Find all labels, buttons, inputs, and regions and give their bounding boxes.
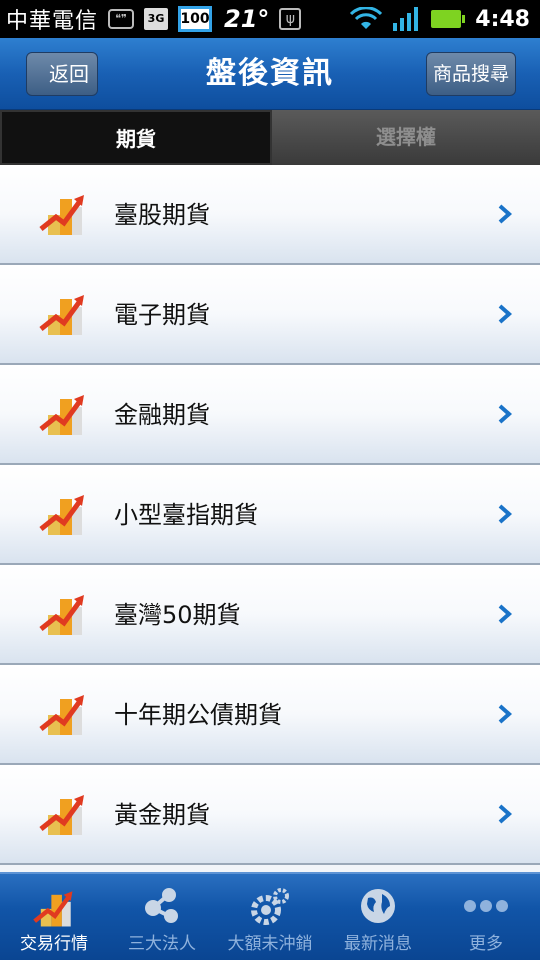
list-item[interactable]: 黃金期貨 <box>0 765 540 865</box>
chart-icon <box>39 395 84 435</box>
chart-icon <box>39 295 84 335</box>
list-item-label: 小型臺指期貨 <box>114 501 258 529</box>
signal-icon <box>393 7 419 31</box>
battery-icon <box>431 10 466 28</box>
futures-list: 臺股期貨 電子期貨 金融期貨 小型臺指期貨 臺灣50期貨 十年期公債期貨 黃金期… <box>0 165 540 872</box>
chart-icon <box>39 795 84 835</box>
back-button-label: 返回 <box>49 62 89 86</box>
list-item-label: 十年期公債期貨 <box>114 701 282 729</box>
bottom-nav: 交易行情 三大法人 大額未沖銷 最新消息 更多 <box>0 872 540 960</box>
nav-large-open-interest[interactable]: 大額未沖銷 <box>216 874 324 960</box>
tab-futures[interactable]: 期貨 <box>0 110 272 165</box>
list-item[interactable]: 金融期貨 <box>0 365 540 465</box>
chevron-right-icon <box>498 804 513 824</box>
tab-bar: 期貨 選擇權 <box>0 110 540 165</box>
list-item[interactable]: 臺灣50期貨 <box>0 565 540 665</box>
list-item[interactable]: 十年期公債期貨 <box>0 665 540 765</box>
list-item-label: 黃金期貨 <box>114 801 210 829</box>
chart-icon <box>39 695 84 735</box>
list-item-label: 電子期貨 <box>114 301 210 329</box>
gears-icon <box>251 888 289 925</box>
chevron-right-icon <box>498 304 513 324</box>
chevron-right-icon <box>498 204 513 224</box>
nav-label: 三大法人 <box>128 934 196 954</box>
nav-label: 大額未沖銷 <box>227 934 313 954</box>
status-bar: 中華電信 ❝❞ 3G 100 21° ψ 4:48 <box>0 0 540 38</box>
title-bar: 盤後資訊 返回 商品搜尋 <box>0 38 540 110</box>
chart-icon <box>39 495 84 535</box>
network-3g-icon: 3G <box>144 8 169 30</box>
list-item-label: 臺灣50期貨 <box>114 601 241 629</box>
nav-more[interactable]: 更多 <box>432 874 540 960</box>
chart-icon <box>39 195 84 235</box>
usb-icon: ψ <box>279 8 302 30</box>
globe-icon <box>361 889 395 923</box>
nav-trading-quotes[interactable]: 交易行情 <box>0 874 108 960</box>
network-icon <box>145 888 178 923</box>
clock: 4:48 <box>475 6 530 32</box>
temperature: 21° <box>224 5 270 33</box>
list-item-label: 臺股期貨 <box>114 201 210 229</box>
nav-label: 交易行情 <box>20 934 88 954</box>
nav-latest-news[interactable]: 最新消息 <box>324 874 432 960</box>
nav-institutional-investors[interactable]: 三大法人 <box>108 874 216 960</box>
product-search-button[interactable]: 商品搜尋 <box>426 52 516 96</box>
wifi-icon <box>350 7 383 29</box>
list-item-label: 金融期貨 <box>114 401 210 429</box>
tab-options[interactable]: 選擇權 <box>272 110 540 165</box>
chevron-right-icon <box>498 504 513 524</box>
chevron-right-icon <box>498 404 513 424</box>
message-icon: ❝❞ <box>108 9 135 29</box>
nav-label: 更多 <box>469 934 503 954</box>
list-item[interactable]: 臺股期貨 <box>0 165 540 265</box>
chevron-right-icon <box>498 704 513 724</box>
list-item[interactable]: 小型臺指期貨 <box>0 465 540 565</box>
carrier-name: 中華電信 <box>6 9 99 34</box>
list-item[interactable]: 電子期貨 <box>0 265 540 365</box>
chevron-right-icon <box>498 604 513 624</box>
chart-icon <box>33 891 73 927</box>
nav-label: 最新消息 <box>344 934 412 954</box>
notification-badge: 100 <box>178 6 213 32</box>
more-icon <box>464 900 508 912</box>
back-button[interactable]: 返回 <box>26 52 98 96</box>
chart-icon <box>39 595 84 635</box>
